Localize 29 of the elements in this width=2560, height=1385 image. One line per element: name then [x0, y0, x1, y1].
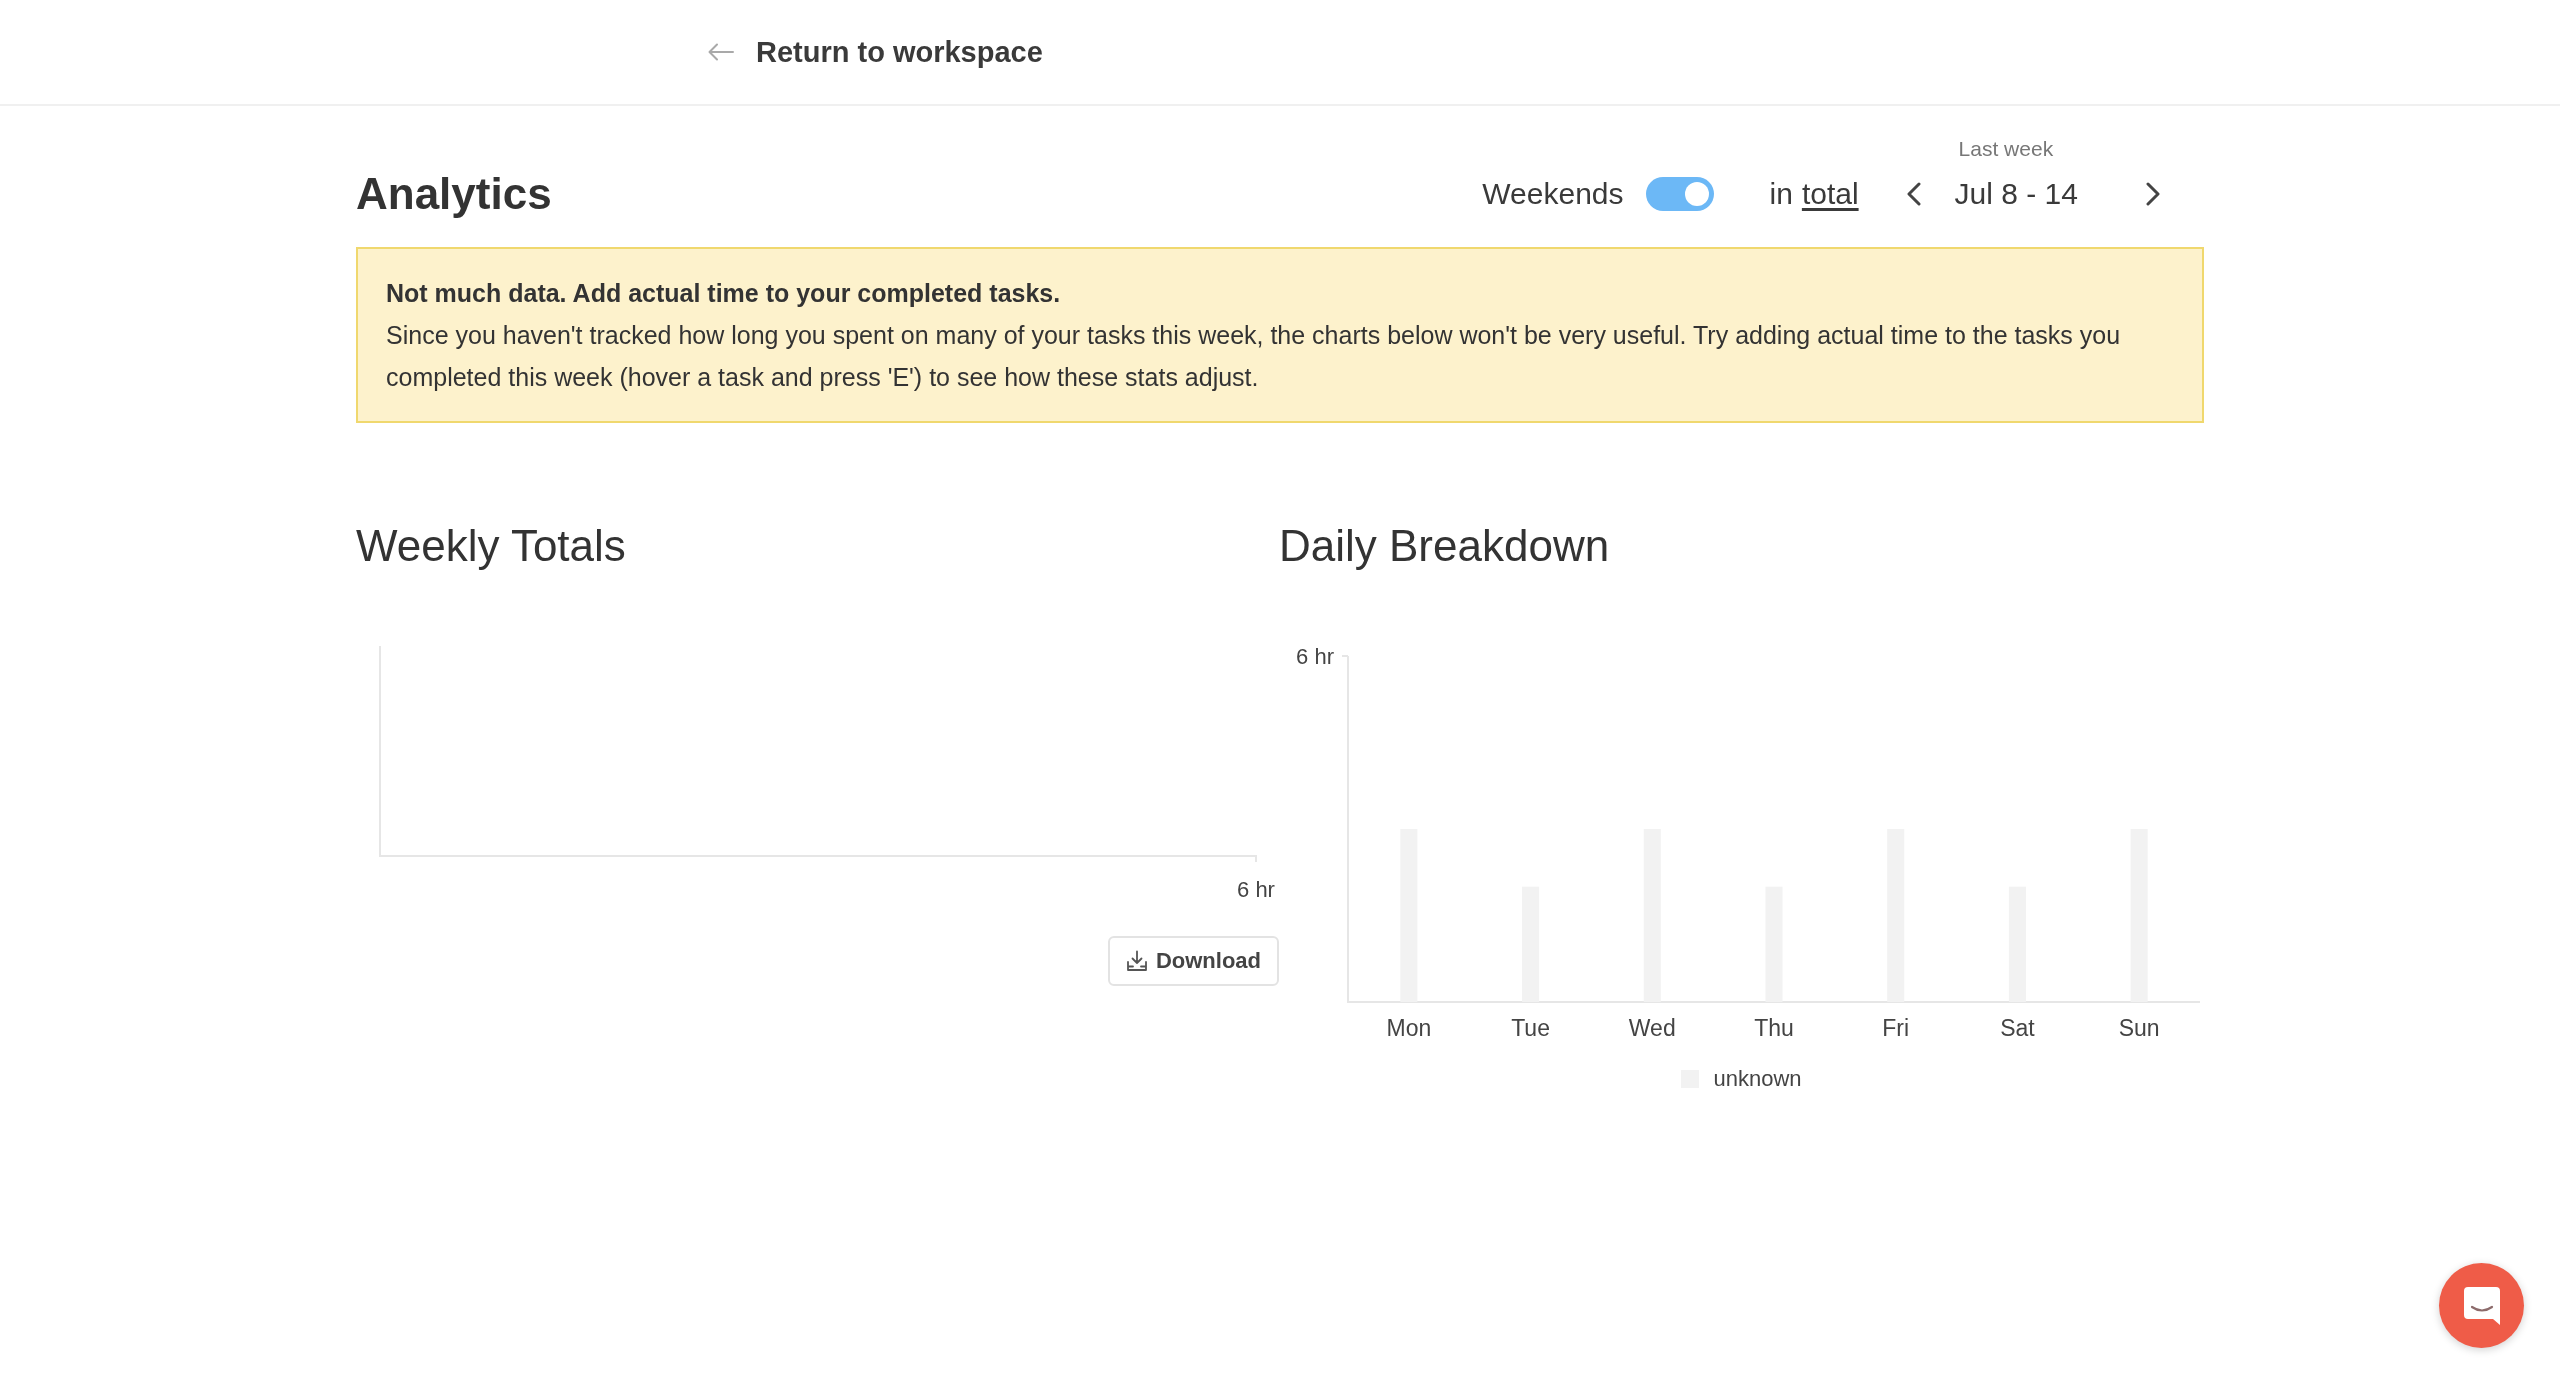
axis-label: Sun: [2118, 1015, 2160, 1041]
toggle-switch[interactable]: [1645, 177, 1714, 211]
back-link[interactable]: Return to workspace: [708, 35, 1043, 69]
chevron-right-icon: [2146, 182, 2160, 206]
axis-label: Wed: [1628, 1015, 1676, 1041]
chat-button[interactable]: [2439, 1263, 2524, 1348]
legend-label: unknown: [1713, 1065, 1802, 1093]
axis-label: 6 hr: [1296, 644, 1334, 669]
axis-label: Tue: [1511, 1015, 1550, 1041]
section-title: Weekly Totals: [356, 520, 627, 572]
arrow-left-icon: [708, 43, 734, 61]
aggregation-link[interactable]: total: [1801, 164, 1859, 224]
section-title: Daily Breakdown: [1279, 520, 1611, 572]
axis-label: Fri: [1882, 1015, 1910, 1041]
page-title: Analytics: [356, 168, 552, 220]
period-caption: Last week: [1958, 136, 2055, 162]
chevron-left-icon: [1906, 182, 1921, 206]
axis-label: Sat: [2000, 1015, 2035, 1041]
toggle-label: Weekends: [1482, 176, 1624, 212]
aggregation-label: in: [1769, 176, 1793, 212]
notice-text: Since you haven't tracked how long you spent on many of your tasks this week, the charts below won't be very useful. Try adding actual time to the tasks you completed this week (hover a task and press 'E') to see how these stats adjust.: [386, 320, 2122, 393]
axis-label: Mon: [1386, 1015, 1432, 1041]
chat-bubble-icon: [2462, 1285, 2501, 1326]
axis-label: 6 hr: [1237, 877, 1275, 902]
download-icon: [1125, 950, 1148, 972]
axis-label: Thu: [1754, 1015, 1794, 1041]
notice-title: Not much data. Add actual time to your completed tasks.: [386, 278, 1062, 309]
date-range: Jul 8 - 14: [1954, 177, 2078, 211]
download-button[interactable]: Download: [1107, 936, 1279, 986]
